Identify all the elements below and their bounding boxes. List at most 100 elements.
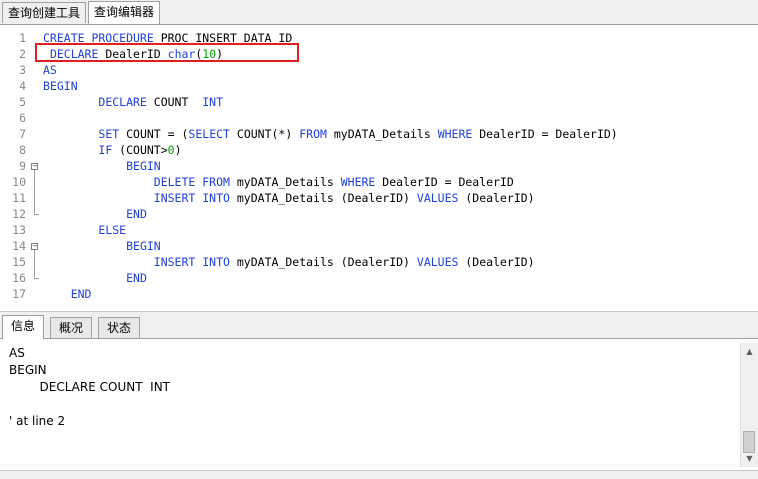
sql-keyword: VALUES — [416, 191, 459, 205]
code-token: myDATA_Details (DealerID) — [229, 255, 417, 269]
code-line[interactable]: 8 IF (COUNT>0) — [0, 142, 758, 158]
sql-keyword: END — [70, 287, 92, 301]
number-literal: 0 — [167, 143, 175, 157]
tab-query-builder[interactable]: 查询创建工具 — [2, 2, 87, 23]
code-line[interactable]: 4 BEGIN — [0, 78, 758, 94]
line-number: 7 — [19, 127, 26, 141]
sql-keyword: VALUES — [416, 255, 459, 269]
scroll-down-icon[interactable]: ▼ — [741, 450, 758, 467]
code-line[interactable]: 14 BEGIN — [0, 238, 758, 254]
sql-keyword: FROM — [299, 127, 327, 141]
sql-keyword: BEGIN — [126, 159, 161, 173]
sql-keyword: AS — [43, 63, 57, 77]
code-line[interactable]: 9 BEGIN — [0, 158, 758, 174]
line-number: 17 — [12, 287, 26, 301]
sql-keyword: BEGIN — [126, 239, 161, 253]
code-token: COUNT = ( — [119, 127, 189, 141]
scroll-up-icon[interactable]: ▲ — [741, 343, 758, 360]
code-text: INSERT INTO myDATA_Details (DealerID) VA… — [43, 254, 535, 270]
code-text: INSERT INTO myDATA_Details (DealerID) VA… — [43, 190, 535, 206]
line-number: 16 — [12, 271, 26, 285]
line-number: 13 — [12, 223, 26, 237]
code-line[interactable]: 5 DECLARE COUNT INT — [0, 94, 758, 110]
sql-keyword: END — [126, 207, 147, 221]
error-message-text: AS BEGIN DECLARE COUNT INT ' at line 2 — [9, 346, 171, 428]
fold-toggle-icon[interactable]: − — [31, 163, 38, 170]
line-number: 15 — [12, 255, 26, 269]
line-number: 11 — [12, 191, 26, 205]
line-number: 9 — [19, 159, 26, 173]
code-line[interactable]: 15 INSERT INTO myDATA_Details (DealerID)… — [0, 254, 758, 270]
sql-keyword: WHERE — [340, 175, 376, 189]
code-line[interactable]: 17 END — [0, 286, 758, 302]
code-line[interactable]: 16 END — [0, 270, 758, 286]
code-token: (COUNT> — [112, 143, 168, 157]
code-text: BEGIN — [43, 78, 78, 94]
fold-guide-line — [34, 170, 35, 214]
sql-keyword: ELSE — [98, 223, 127, 237]
code-line[interactable]: 10 DELETE FROM myDATA_Details WHERE Deal… — [0, 174, 758, 190]
fold-end-marker — [34, 214, 39, 215]
code-line[interactable]: 3 AS — [0, 62, 758, 78]
code-line[interactable]: 11 INSERT INTO myDATA_Details (DealerID)… — [0, 190, 758, 206]
code-text: AS — [43, 62, 57, 78]
sql-keyword: BEGIN — [43, 79, 78, 93]
tab-info[interactable]: 信息 — [2, 315, 45, 339]
line-number: 1 — [19, 31, 26, 45]
line-number: 12 — [12, 207, 26, 221]
code-token: (DealerID) — [458, 255, 535, 269]
sql-keyword: IF — [98, 143, 113, 157]
code-token: DealerID = DealerID — [375, 175, 514, 189]
sql-keyword: INSERT INTO — [153, 255, 230, 269]
tab-query-editor[interactable]: 查询编辑器 — [88, 1, 161, 24]
code-line[interactable]: 6 — [0, 110, 758, 126]
fold-guide-line — [34, 250, 35, 278]
code-text: BEGIN — [43, 158, 161, 174]
line-number: 2 — [19, 47, 26, 61]
message-scrollbar[interactable]: ▲ ▼ — [740, 343, 758, 467]
fold-end-marker — [34, 278, 39, 279]
line-number: 5 — [19, 95, 26, 109]
code-text: END — [43, 206, 147, 222]
sql-keyword: SET — [98, 127, 120, 141]
sql-keyword: INT — [202, 95, 224, 109]
code-line[interactable]: 12 END — [0, 206, 758, 222]
code-token: COUNT — [146, 95, 203, 109]
code-line[interactable]: 13 ELSE — [0, 222, 758, 238]
editor-tab-bar: 查询创建工具 查询编辑器 — [0, 0, 758, 25]
code-token: (DealerID) — [458, 191, 535, 205]
code-token: myDATA_Details (DealerID) — [229, 191, 417, 205]
code-text: BEGIN — [43, 238, 161, 254]
sql-editor[interactable]: 1 CREATE PROCEDURE PROC INSERT DATA_ID 2 D… — [0, 25, 758, 310]
code-text: SET COUNT = (SELECT COUNT(*) FROM myDATA… — [43, 126, 617, 142]
line-number: 10 — [12, 175, 26, 189]
code-text: ELSE — [43, 222, 126, 238]
sql-keyword: END — [126, 271, 147, 285]
code-token: myDATA_Details — [229, 175, 341, 189]
sql-keyword: WHERE — [437, 127, 473, 141]
line-number: 14 — [12, 239, 26, 253]
code-token: myDATA_Details — [326, 127, 438, 141]
code-line[interactable]: 7 SET COUNT = (SELECT COUNT(*) FROM myDA… — [0, 126, 758, 142]
line-number: 8 — [19, 143, 26, 157]
result-tab-bar: 信息 概况 状态 — [0, 312, 758, 339]
tab-profile[interactable]: 概况 — [50, 317, 93, 338]
code-text: END — [43, 286, 92, 302]
code-text: IF (COUNT>0) — [43, 142, 181, 158]
line-number: 6 — [19, 111, 26, 125]
sql-keyword: SELECT — [188, 127, 230, 141]
tab-status[interactable]: 状态 — [98, 317, 141, 338]
fold-toggle-icon[interactable]: − — [31, 243, 38, 250]
